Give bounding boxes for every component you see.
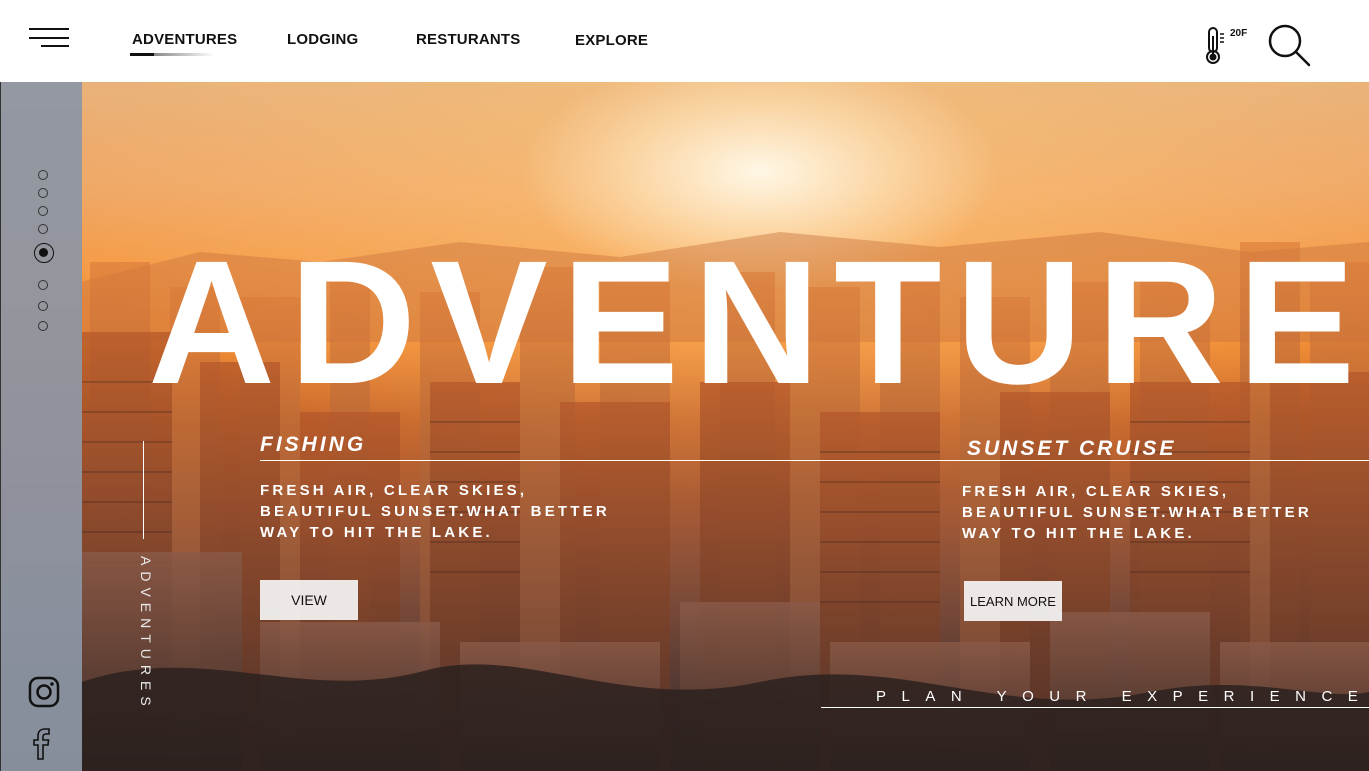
city-skyline-image (80, 232, 1369, 771)
top-nav-bar: ADVENTURES LODGING RESTURANTS EXPLORE 20… (0, 0, 1369, 82)
slide-dot-3[interactable] (38, 206, 48, 216)
sunset-cruise-description: FRESH AIR, CLEAR SKIES, BEAUTIFUL SUNSET… (962, 483, 1312, 542)
hero-title: ADVENTURE (148, 225, 1369, 421)
sunset-cruise-title: SUNSET CRUISE (967, 437, 1177, 460)
thermometer-icon (1206, 27, 1224, 64)
nav-link-resturants[interactable]: RESTURANTS (416, 31, 521, 48)
left-sidebar (0, 82, 82, 771)
hamburger-menu-icon[interactable] (29, 26, 69, 50)
card-divider-line (260, 460, 1369, 461)
vertical-divider-line (143, 441, 144, 539)
fishing-description: FRESH AIR, CLEAR SKIES, BEAUTIFUL SUNSET… (260, 482, 610, 541)
nav-link-explore[interactable]: EXPLORE (575, 32, 648, 49)
slide-dot-4[interactable] (38, 224, 48, 234)
slide-dot-7[interactable] (38, 301, 48, 311)
instagram-icon[interactable] (28, 676, 60, 708)
view-button[interactable]: VIEW (260, 580, 358, 620)
slide-dot-2[interactable] (38, 188, 48, 198)
plan-your-experience-link[interactable]: PLAN YOUR EXPERIENCE (876, 688, 1369, 705)
vertical-adventures-label: ADVENTURES (138, 556, 154, 712)
learn-more-button[interactable]: LEARN MORE (964, 581, 1062, 621)
temperature-readout: 20F (1230, 28, 1248, 39)
facebook-icon[interactable] (31, 727, 53, 761)
hero-background-image: ADVENTURE FISHING FRESH AIR, CLEAR SKIES… (0, 82, 1369, 771)
slide-dot-1[interactable] (38, 170, 48, 180)
nav-link-lodging[interactable]: LODGING (287, 31, 358, 48)
slide-dot-6[interactable] (38, 280, 48, 290)
nav-link-adventures[interactable]: ADVENTURES (132, 31, 237, 48)
search-icon[interactable] (1266, 22, 1312, 68)
fishing-title: FISHING (260, 433, 367, 456)
plan-underline (821, 707, 1369, 708)
slide-dot-8[interactable] (38, 321, 48, 331)
slide-dot-5-active[interactable] (34, 243, 54, 263)
active-nav-indicator (130, 53, 214, 56)
